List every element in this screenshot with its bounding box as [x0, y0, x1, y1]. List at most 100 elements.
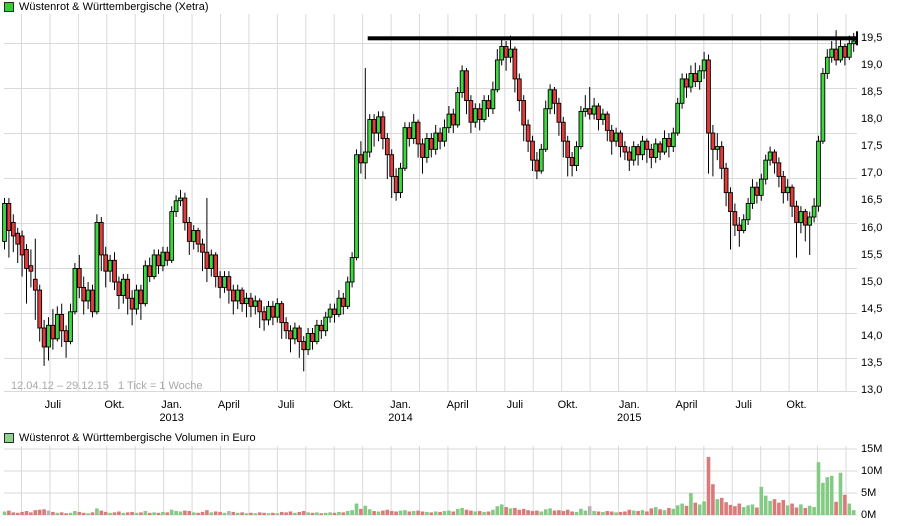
candle-body	[487, 101, 491, 109]
candle-body	[324, 317, 328, 331]
volume-bar	[588, 506, 592, 515]
candle-body	[557, 103, 561, 122]
volume-bar	[60, 512, 64, 515]
candle-body	[438, 133, 442, 141]
candle-body	[636, 147, 640, 155]
volume-bar	[416, 511, 420, 515]
candle-body	[341, 298, 345, 306]
volume-bar	[324, 513, 328, 515]
volume-bar	[663, 510, 667, 515]
volume-axis-label: 0M	[861, 509, 876, 521]
resistance-line-end-tick	[856, 31, 858, 45]
candle-body	[346, 282, 350, 306]
volume-bar	[738, 504, 742, 515]
candle-body	[11, 222, 15, 236]
volume-bar	[218, 512, 222, 515]
volume-bar	[346, 511, 350, 515]
volume-bar	[628, 510, 632, 515]
time-axis-label: April	[201, 399, 257, 411]
volume-bar	[166, 512, 170, 515]
volume-bar	[694, 503, 698, 515]
volume-bar	[623, 511, 627, 515]
candle-body	[77, 268, 81, 287]
volume-bar	[298, 512, 302, 515]
candle-body	[645, 141, 649, 149]
candle-body	[658, 144, 662, 152]
candle-body	[73, 268, 77, 311]
volume-bar	[342, 512, 346, 515]
candle-body	[601, 114, 605, 119]
candle-body	[240, 290, 244, 304]
candle-body	[817, 141, 821, 206]
date-range-info: 12.04.12 – 29.12.15 1 Tick = 1 Woche	[11, 380, 203, 392]
candle-body	[786, 187, 790, 192]
volume-bar	[258, 512, 262, 515]
candle-body	[632, 147, 636, 161]
candle-body	[126, 279, 130, 298]
candle-body	[271, 306, 275, 317]
candle-body	[42, 328, 46, 347]
candle-body	[55, 314, 59, 338]
candle-body	[29, 266, 33, 271]
volume-bar	[733, 506, 737, 515]
volume-bar	[654, 507, 658, 515]
candle-body	[179, 198, 183, 201]
candle-body	[187, 222, 191, 241]
volume-bar	[843, 495, 847, 515]
time-axis-label: Okt.	[315, 399, 371, 411]
candle-body	[91, 290, 95, 312]
time-axis-label: April	[659, 399, 715, 411]
volume-bar	[421, 511, 425, 515]
candle-body	[781, 176, 785, 192]
volume-bar	[350, 510, 354, 515]
volume-bar	[86, 513, 90, 515]
volume-bar	[782, 500, 786, 515]
candle-body	[720, 147, 724, 169]
volume-bar	[465, 510, 469, 515]
time-axis-label: April	[430, 399, 486, 411]
volume-bar	[531, 511, 535, 515]
volume-bar	[698, 504, 702, 515]
candle-body	[451, 114, 455, 125]
candle-body	[447, 114, 451, 128]
volume-bar	[716, 499, 720, 515]
volume-bar	[821, 483, 825, 515]
candle-body	[689, 73, 693, 87]
candle-body	[610, 130, 614, 141]
candle-body	[377, 117, 381, 133]
volume-bar	[645, 511, 649, 515]
candle-body	[526, 125, 530, 141]
candle-body	[764, 160, 768, 179]
candle-body	[592, 106, 596, 114]
time-axis-label: Juli	[258, 399, 314, 411]
volume-bar	[3, 511, 7, 515]
candle-body	[289, 331, 293, 339]
volume-bar	[438, 512, 442, 515]
candle-body	[403, 128, 407, 169]
candle-body	[702, 60, 706, 71]
volume-bar	[852, 510, 856, 515]
volume-bar	[51, 512, 55, 515]
candle-body	[7, 203, 11, 230]
volume-bar	[144, 511, 148, 515]
volume-bar	[328, 512, 332, 515]
candle-body	[117, 282, 121, 296]
volume-bar	[82, 513, 86, 515]
volume-bar	[337, 512, 341, 515]
candle-body	[852, 41, 856, 44]
volume-bar	[29, 512, 33, 515]
volume-bar	[650, 508, 654, 515]
stock-chart-app: Wüstenrot & Württembergische (Xetra) 12.…	[0, 0, 900, 526]
candle-body	[306, 333, 310, 349]
candle-body	[183, 198, 187, 222]
volume-bar	[196, 513, 200, 515]
price-candlestick-chart	[0, 14, 900, 392]
candle-body	[491, 90, 495, 109]
candle-body	[812, 206, 816, 217]
candle-body	[535, 160, 539, 171]
volume-bar	[557, 510, 561, 515]
candle-body	[258, 301, 262, 312]
time-axis-year-label: 2013	[144, 412, 200, 424]
candle-body	[245, 298, 249, 303]
candle-body	[755, 187, 759, 195]
